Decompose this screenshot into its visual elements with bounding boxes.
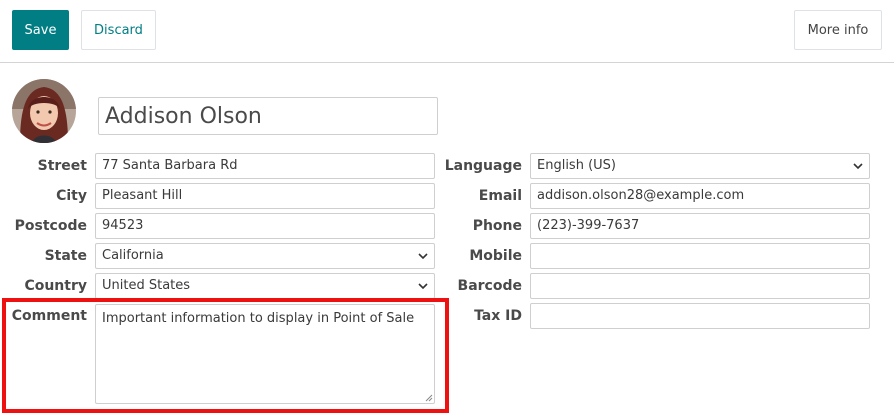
country-label: Country	[24, 278, 87, 294]
phone-label: Phone	[472, 218, 522, 234]
language-select[interactable]: English (US)	[530, 153, 870, 179]
tax-id-label: Tax ID	[474, 308, 522, 324]
postcode-input[interactable]: 94523	[95, 213, 435, 239]
tax-id-input[interactable]	[530, 303, 870, 329]
state-value: California	[102, 248, 164, 263]
comment-text: Important information to display in Poin…	[102, 311, 415, 326]
city-label: City	[56, 188, 87, 204]
chevron-down-icon	[418, 283, 428, 290]
barcode-input[interactable]	[530, 273, 870, 299]
phone-input[interactable]: (223)-399-7637	[530, 213, 870, 239]
state-select[interactable]: California	[95, 243, 435, 269]
barcode-label: Barcode	[457, 278, 522, 294]
country-value: United States	[102, 278, 191, 293]
more-info-button[interactable]: More info	[794, 10, 882, 50]
comment-label: Comment	[11, 308, 87, 324]
postcode-label: Postcode	[14, 218, 87, 234]
chevron-down-icon	[418, 253, 428, 260]
resize-handle-icon[interactable]	[423, 392, 433, 402]
chevron-down-icon	[853, 163, 863, 170]
city-input[interactable]: Pleasant Hill	[95, 183, 435, 209]
contact-name-input[interactable]	[98, 97, 438, 135]
discard-button[interactable]: Discard	[81, 10, 156, 50]
comment-textarea[interactable]: Important information to display in Poin…	[95, 304, 435, 404]
avatar-image	[12, 79, 76, 143]
street-input[interactable]: 77 Santa Barbara Rd	[95, 153, 435, 179]
save-button[interactable]: Save	[12, 10, 69, 50]
mobile-input[interactable]	[530, 243, 870, 269]
avatar[interactable]	[12, 79, 76, 143]
control-panel: Save Discard More info	[0, 0, 894, 63]
state-label: State	[44, 248, 87, 264]
language-value: English (US)	[537, 158, 616, 173]
email-input[interactable]: addison.olson28@example.com	[530, 183, 870, 209]
language-label: Language	[444, 158, 522, 174]
email-label: Email	[478, 188, 522, 204]
mobile-label: Mobile	[469, 248, 522, 264]
street-label: Street	[37, 158, 87, 174]
country-select[interactable]: United States	[95, 273, 435, 299]
